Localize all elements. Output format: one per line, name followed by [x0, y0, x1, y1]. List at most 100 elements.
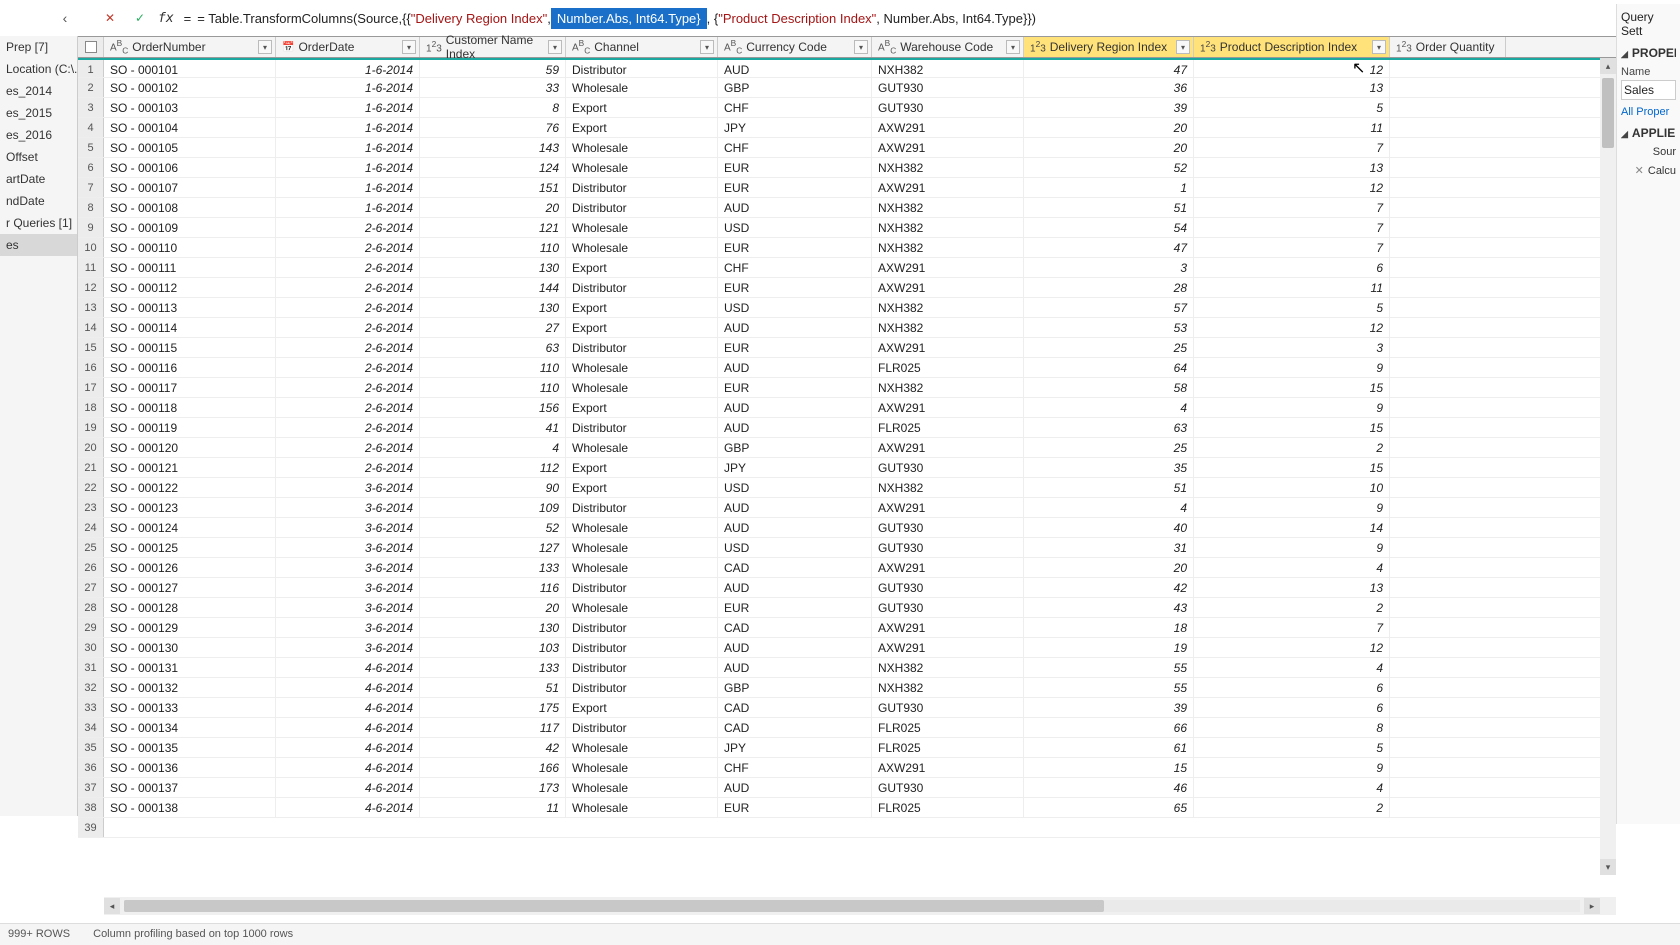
cell[interactable]: 2 — [1194, 598, 1390, 617]
cell[interactable]: 2-6-2014 — [276, 338, 420, 357]
table-row[interactable]: 6SO - 0001061-6-2014124WholesaleEURNXH38… — [78, 158, 1616, 178]
cell[interactable]: 3-6-2014 — [276, 638, 420, 657]
table-menu-icon[interactable] — [78, 37, 104, 57]
cell[interactable]: Export — [566, 698, 718, 717]
grid-body[interactable]: 1SO - 0001011-6-201459DistributorAUDNXH3… — [78, 58, 1616, 897]
cell[interactable]: Export — [566, 318, 718, 337]
cell[interactable]: 1-6-2014 — [276, 78, 420, 97]
table-row[interactable]: 39 — [78, 818, 1616, 838]
cell[interactable]: CHF — [718, 258, 872, 277]
formula-accept-icon[interactable]: ✓ — [128, 6, 152, 30]
cell[interactable]: GUT930 — [872, 458, 1024, 477]
cell[interactable]: SO - 000137 — [104, 778, 276, 797]
cell[interactable]: Wholesale — [566, 518, 718, 537]
cell[interactable]: SO - 000126 — [104, 558, 276, 577]
cell[interactable]: JPY — [718, 738, 872, 757]
cell[interactable]: 15 — [1194, 418, 1390, 437]
table-row[interactable]: 5SO - 0001051-6-2014143WholesaleCHFAXW29… — [78, 138, 1616, 158]
cell[interactable]: AXW291 — [872, 178, 1024, 197]
table-row[interactable]: 14SO - 0001142-6-201427ExportAUDNXH38253… — [78, 318, 1616, 338]
cell[interactable]: 12 — [1194, 638, 1390, 657]
cell[interactable]: NXH382 — [872, 478, 1024, 497]
cell[interactable]: 4 — [1194, 658, 1390, 677]
cell[interactable]: 1-6-2014 — [276, 98, 420, 117]
cell[interactable]: EUR — [718, 158, 872, 177]
cell[interactable]: 10 — [1194, 478, 1390, 497]
row-number[interactable]: 10 — [78, 238, 104, 257]
cell[interactable]: Distributor — [566, 338, 718, 357]
cell[interactable]: USD — [718, 478, 872, 497]
cell[interactable]: 5 — [1194, 98, 1390, 117]
cell[interactable]: 110 — [420, 238, 566, 257]
cell[interactable]: SO - 000103 — [104, 98, 276, 117]
cell[interactable]: SO - 000111 — [104, 258, 276, 277]
cell[interactable]: FLR025 — [872, 418, 1024, 437]
cell[interactable]: AXW291 — [872, 558, 1024, 577]
cell[interactable]: 116 — [420, 578, 566, 597]
query-item[interactable]: Offset — [0, 146, 77, 168]
cell[interactable]: Wholesale — [566, 78, 718, 97]
cell[interactable]: NXH382 — [872, 318, 1024, 337]
cell[interactable]: 4-6-2014 — [276, 658, 420, 677]
cell[interactable]: AXW291 — [872, 758, 1024, 777]
vertical-scrollbar[interactable]: ▴ ▾ — [1600, 58, 1616, 875]
query-item[interactable]: es_2016 — [0, 124, 77, 146]
cell[interactable]: 2 — [1194, 438, 1390, 457]
cell[interactable]: 143 — [420, 138, 566, 157]
all-properties-link[interactable]: All Proper — [1621, 106, 1676, 118]
cell[interactable]: Wholesale — [566, 558, 718, 577]
cell[interactable]: 2-6-2014 — [276, 258, 420, 277]
cell[interactable]: SO - 000135 — [104, 738, 276, 757]
cell[interactable]: 15 — [1194, 378, 1390, 397]
cell[interactable]: 2-6-2014 — [276, 438, 420, 457]
cell[interactable]: 52 — [420, 518, 566, 537]
cell[interactable]: 55 — [1024, 658, 1194, 677]
cell[interactable]: 3-6-2014 — [276, 618, 420, 637]
cell[interactable]: 9 — [1194, 758, 1390, 777]
cell[interactable]: 7 — [1194, 618, 1390, 637]
query-item[interactable]: es_2014 — [0, 80, 77, 102]
cell[interactable]: Distributor — [566, 638, 718, 657]
cell[interactable]: SO - 000112 — [104, 278, 276, 297]
cell[interactable]: 39 — [1024, 98, 1194, 117]
cell[interactable]: 35 — [1024, 458, 1194, 477]
row-number[interactable]: 12 — [78, 278, 104, 297]
cell[interactable]: 20 — [1024, 138, 1194, 157]
cell[interactable]: 1-6-2014 — [276, 158, 420, 177]
cell[interactable]: 52 — [1024, 158, 1194, 177]
cell[interactable]: NXH382 — [872, 378, 1024, 397]
cell[interactable]: 6 — [1194, 258, 1390, 277]
cell[interactable]: 63 — [1024, 418, 1194, 437]
cell[interactable]: 1-6-2014 — [276, 60, 420, 77]
cell[interactable]: Export — [566, 398, 718, 417]
cell[interactable]: Distributor — [566, 498, 718, 517]
cell[interactable]: SO - 000113 — [104, 298, 276, 317]
cell[interactable]: FLR025 — [872, 358, 1024, 377]
cell[interactable]: 13 — [1194, 578, 1390, 597]
cell[interactable]: Wholesale — [566, 358, 718, 377]
query-item-selected[interactable]: es — [0, 234, 77, 256]
cell[interactable]: 64 — [1024, 358, 1194, 377]
cell[interactable]: USD — [718, 538, 872, 557]
cell[interactable]: Wholesale — [566, 798, 718, 817]
cell[interactable]: 175 — [420, 698, 566, 717]
table-row[interactable]: 16SO - 0001162-6-2014110WholesaleAUDFLR0… — [78, 358, 1616, 378]
cell[interactable]: 4 — [1194, 558, 1390, 577]
cell[interactable]: 42 — [1024, 578, 1194, 597]
cell[interactable]: 51 — [1024, 478, 1194, 497]
cell[interactable]: 28 — [1024, 278, 1194, 297]
cell[interactable]: 6 — [1194, 698, 1390, 717]
scroll-thumb[interactable] — [1602, 78, 1614, 148]
cell[interactable]: 41 — [420, 418, 566, 437]
column-header-product-description[interactable]: 123Product Description Index▾ — [1194, 37, 1390, 57]
applied-step[interactable]: ✕Calcu — [1621, 164, 1676, 177]
cell[interactable]: 4 — [1024, 398, 1194, 417]
column-header-warehouse[interactable]: ABCWarehouse Code▾ — [872, 37, 1024, 57]
row-number[interactable]: 4 — [78, 118, 104, 137]
cell[interactable]: 2-6-2014 — [276, 358, 420, 377]
cell[interactable]: Distributor — [566, 178, 718, 197]
row-number[interactable]: 31 — [78, 658, 104, 677]
cell[interactable]: 7 — [1194, 198, 1390, 217]
cell[interactable]: EUR — [718, 798, 872, 817]
scroll-right-icon[interactable]: ▸ — [1584, 898, 1600, 914]
